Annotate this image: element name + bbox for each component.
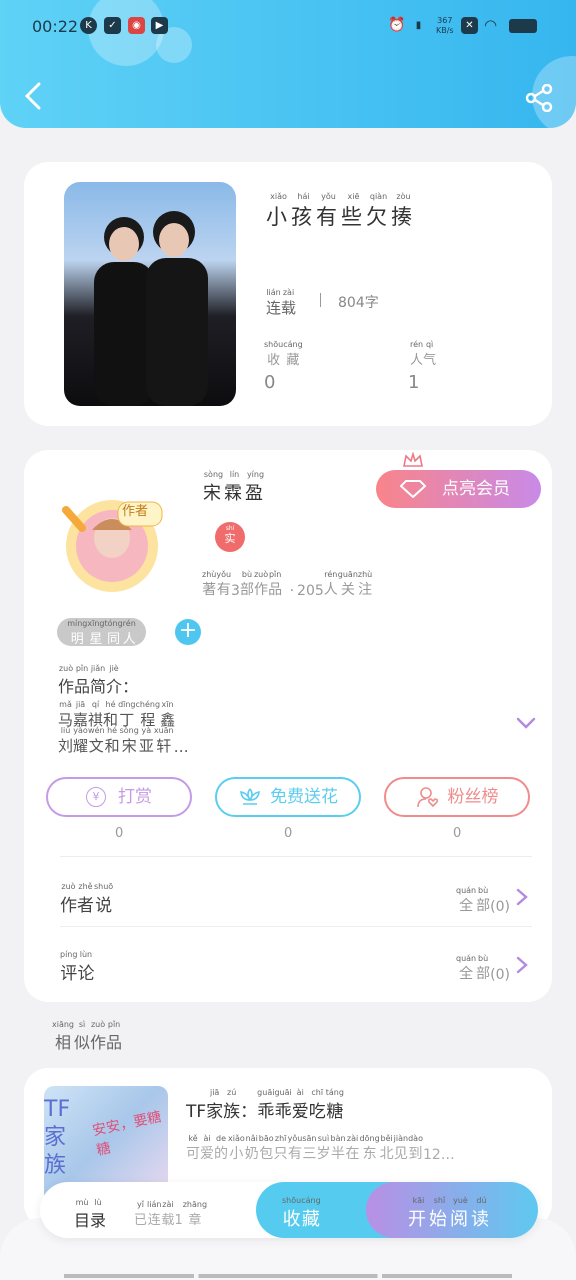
no-sim-icon: ✕ — [461, 17, 478, 34]
author-avatar[interactable]: 作者 — [48, 490, 182, 598]
collect-label: shōu 收 cáng 藏 — [264, 340, 303, 368]
add-tag-button[interactable]: + — [175, 619, 201, 645]
similar-work-desc: kě 可 ài 爱 de 的 xiǎo 小 nǎi 奶 bāo 包 zhī 只 yǒu 有 sān 三 suì 岁 bà… — [186, 1134, 455, 1163]
similar-works-heading: xiāng 相 sì 似 zuò 作 pǐn 品 — [52, 1020, 123, 1052]
tag-celebrity-fanfic[interactable]: míng 明 xīng 星 tóng 同 rén 人 — [57, 618, 146, 647]
similar-work-title: TF jiā 家 zú 族： guāi 乖 guāi 乖 ài 爱 chī 吃 táng 糖 — [186, 1088, 344, 1122]
book-status: lián 连 zài 载 — [266, 288, 297, 317]
flower-icon — [240, 788, 260, 805]
comments-row[interactable]: píng 评 lùn 论 quán 全 bù 部 (0) — [24, 930, 552, 992]
status-time: 00:22 — [32, 17, 79, 36]
wifi-icon: ◠ — [483, 16, 498, 34]
yen-coin-icon: ¥ — [86, 787, 106, 807]
divider — [60, 926, 532, 927]
book-title: xiǎo 小 hái 孩 yǒu 有 xiē 些 qiàn 欠 zòu 揍 — [266, 192, 416, 229]
home-indicator — [64, 1274, 512, 1278]
popularity-label: rén 人 qì 气 — [410, 340, 437, 368]
expand-chevron-icon[interactable] — [516, 716, 536, 730]
tip-button[interactable]: ¥ 打赏 — [46, 777, 192, 817]
intro-label: zuò 作 pǐn 品 jiǎn 简 jiè 介： — [58, 664, 139, 696]
alarm-icon: ⏰ — [388, 17, 406, 33]
send-flower-button[interactable]: 免费送花 — [215, 777, 361, 817]
start-reading-button[interactable]: kāi 开 shǐ 始 yuè 阅 dú 读 — [366, 1182, 538, 1238]
light-up-vip-button[interactable]: 点亮会员 — [376, 452, 541, 508]
author-name[interactable]: sòng 宋 lín 霖 yíng 盈 — [203, 470, 266, 505]
header-bar: 00:22 K ✓ ◉ ▶ ⏰ ▮ 367 KB/s ✕ ◠ — [0, 0, 576, 128]
flower-count: 0 — [284, 826, 293, 841]
back-arrow-icon[interactable] — [24, 82, 42, 110]
author-says-row[interactable]: zuò 作 zhě 者 shuō 说 quán 全 bù 部 (0) — [24, 862, 552, 924]
author-says-label: zuò 作 zhě 者 shuō 说 — [60, 882, 114, 916]
diamond-icon — [400, 480, 426, 498]
vibrate-icon: ▮ — [415, 20, 422, 31]
fan-count: 0 — [453, 826, 462, 841]
app-notification-icon: K — [80, 17, 97, 34]
author-says-all: quán 全 bù 部 (0) — [456, 886, 510, 915]
clipboard-icon: ✓ — [104, 17, 121, 34]
catalog-button[interactable]: mù 目 lù 录 — [74, 1198, 106, 1231]
collect-value: 0 — [264, 372, 276, 393]
weibo-icon: ◉ — [128, 17, 145, 34]
fan-ranking-button[interactable]: 粉丝榜 — [384, 777, 530, 817]
share-icon[interactable] — [524, 84, 554, 112]
battery-icon — [509, 19, 537, 33]
comments-label: píng 评 lùn 论 — [60, 950, 95, 984]
word-count: 804字 — [338, 295, 379, 311]
progress-text: yǐ 已 lián 连 zài 载 1 zhāng 章 — [134, 1200, 208, 1228]
book-cover-image[interactable] — [64, 182, 236, 406]
app-icon: ▶ — [151, 17, 168, 34]
tip-count: 0 — [115, 826, 124, 841]
cover-text-left: TF家族 — [44, 1097, 71, 1178]
net-speed: 367 KB/s — [436, 16, 454, 35]
similar-work-cover[interactable]: TF家族 安安，要糖糖 — [44, 1086, 168, 1196]
divider — [60, 856, 532, 857]
verified-badge: shí 实 — [215, 522, 245, 552]
author-stats: zhù 著 yǒu 有 3 bù 部 zuò 作 pǐn 品 · 205 rén 人 guān 关 zhù 注 — [202, 570, 373, 599]
chevron-right-icon — [516, 956, 528, 974]
author-avatar-badge: 作者 — [122, 504, 149, 519]
fan-user-icon — [416, 787, 438, 808]
crown-icon — [403, 452, 423, 467]
chevron-right-icon — [516, 888, 528, 906]
vip-button-label: 点亮会员 — [442, 479, 510, 499]
status-divider — [320, 293, 321, 307]
comments-all: quán 全 bù 部 (0) — [456, 954, 510, 983]
intro-line-2: liú 刘 yào 耀 wén 文 hé 和 sòng 宋 yà 亚 xuān 轩… — [58, 726, 189, 756]
popularity-value: 1 — [408, 372, 420, 393]
cover-text-right: 安安，要糖糖 — [91, 1109, 163, 1159]
